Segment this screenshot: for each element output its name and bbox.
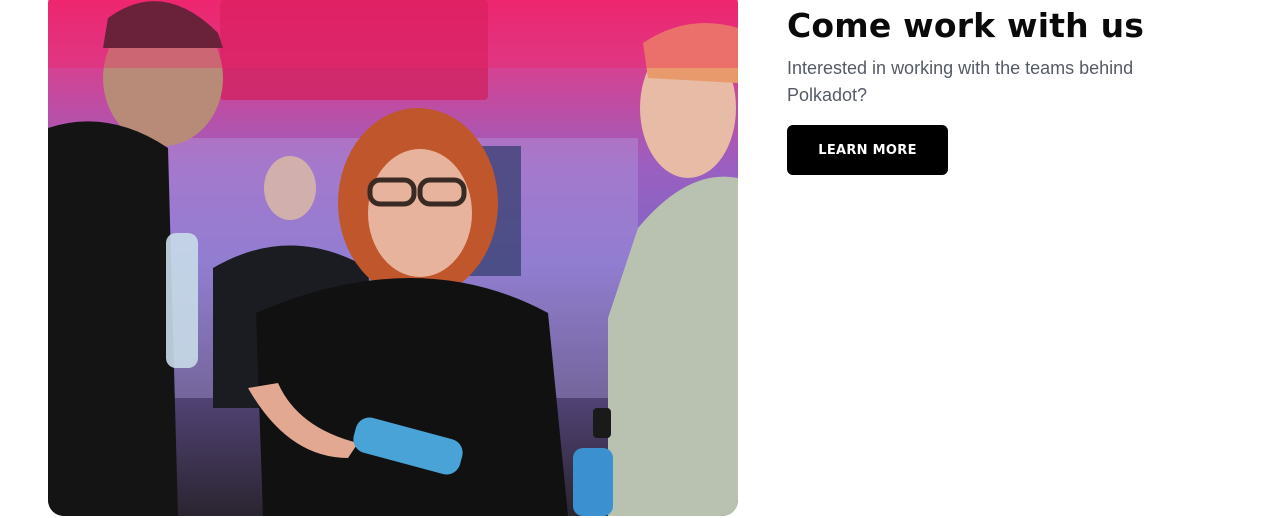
section-subtitle: Interested in working with the teams beh… (787, 58, 1134, 105)
smartwatch (593, 408, 611, 438)
learn-more-button[interactable]: LEARN MORE (787, 125, 948, 175)
water-bottle-left (166, 233, 198, 368)
section-title: Come work with us (787, 6, 1145, 45)
left-person-body (48, 121, 178, 516)
team-photo (48, 0, 738, 516)
center-person-face (368, 149, 472, 277)
careers-section: Come work with us Interested in working … (0, 0, 1280, 518)
careers-content: Come work with us Interested in working … (787, 0, 1227, 175)
team-photo-illustration (48, 0, 738, 516)
background-person-head (264, 156, 316, 220)
water-bottle-right (573, 448, 613, 516)
pink-light-overlay (48, 0, 738, 68)
center-person-shirt (256, 278, 568, 516)
